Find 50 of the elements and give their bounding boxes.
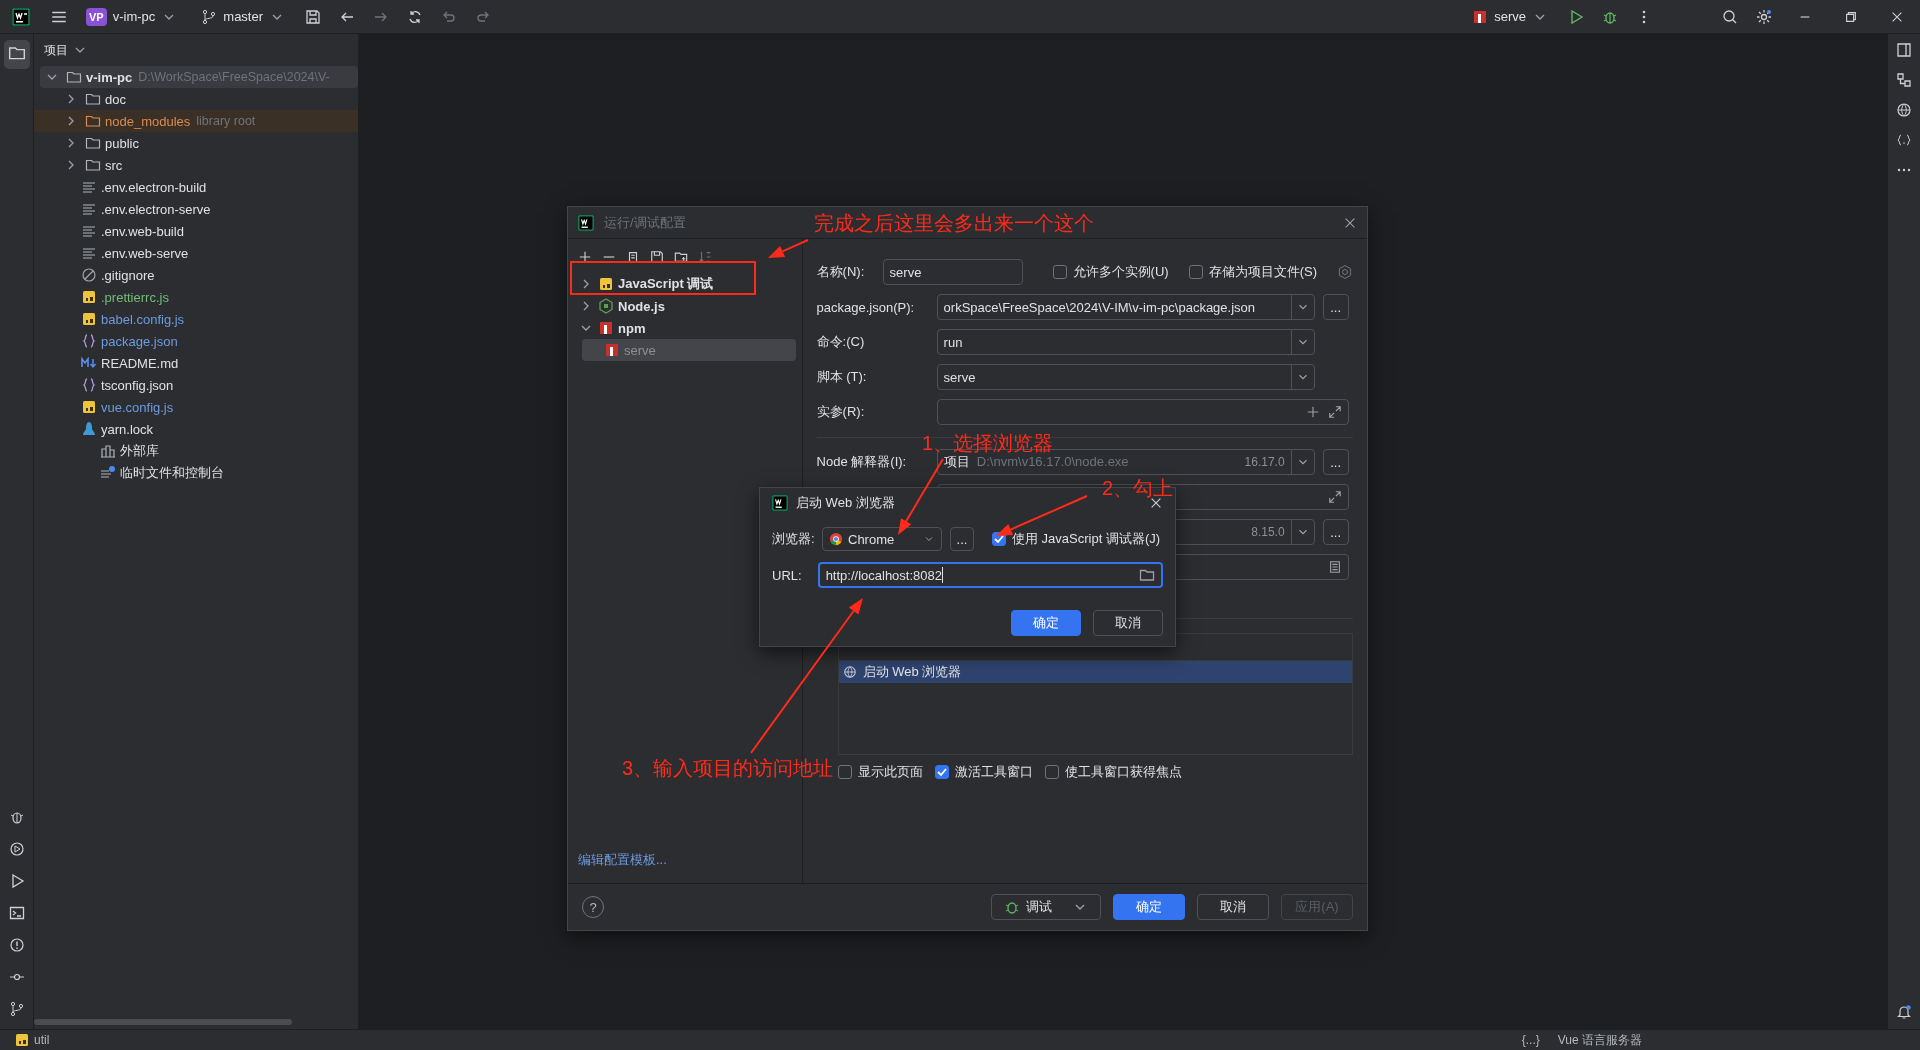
config-name: npm (618, 320, 646, 336)
annotation-text: 3、输入项目的访问地址 (622, 756, 834, 780)
file-name: babel.config.js (101, 311, 185, 327)
file-name: .gitignore (101, 267, 155, 283)
checkbox-label: 允许多个实例(U) (1072, 263, 1169, 281)
field-label: 命令:(C) (816, 333, 866, 351)
file-name: public (105, 135, 139, 151)
file-name: .env.web-serve (101, 245, 189, 261)
config-name: JavaScript 调试 (618, 275, 714, 293)
version-label: 16.17.0 (1244, 455, 1285, 469)
config-name: serve (624, 342, 656, 358)
file-name: .prettierrc.js (101, 289, 169, 305)
file-name: .env.electron-serve (101, 201, 211, 217)
file-name: tsconfig.json (101, 377, 174, 393)
field-label: 实参(R): (816, 403, 866, 421)
field-label: 名称(N): (816, 263, 866, 281)
field-label: 脚本 (T): (816, 368, 868, 386)
field-label: package.json(P): (816, 299, 916, 315)
checkbox-label: 激活工具窗口 (954, 763, 1033, 781)
checkbox-label: 使工具窗口获得焦点 (1064, 763, 1182, 781)
field-label: 浏览器: (772, 530, 816, 548)
dialog-title: 启动 Web 浏览器 (796, 494, 895, 512)
field-label: URL: (772, 567, 802, 583)
file-name: README.md (101, 355, 179, 371)
file-name: .env.electron-build (101, 179, 207, 195)
file-name: doc (105, 91, 126, 107)
checkbox-label: 显示此页面 (857, 763, 923, 781)
file-name: src (105, 157, 123, 173)
field-label: Node 解释器(I): (816, 453, 908, 471)
node-label: 临时文件和控制台 (120, 464, 224, 482)
list-item-label: 启动 Web 浏览器 (862, 663, 962, 681)
checkbox-label: 使用 JavaScript 调试器(J) (1012, 530, 1161, 548)
file-name: package.json (101, 333, 178, 349)
config-name: Node.js (618, 298, 665, 314)
interpreter-path: D:\nvm\v16.17.0\node.exe (976, 454, 1129, 469)
node-label: 外部库 (120, 442, 159, 460)
file-name: v-im-pc (86, 69, 133, 85)
annotation-text: 2、勾上 (1102, 476, 1174, 500)
project-badge: VP (86, 7, 107, 26)
checkbox-label: 存储为项目文件(S) (1208, 263, 1317, 281)
version-label: 8.15.0 (1251, 525, 1285, 539)
file-name: .env.web-build (101, 223, 184, 239)
annotation-text: 完成之后这里会多出来一个这个 (814, 211, 1094, 235)
dialog-title: 运行/调试配置 (604, 213, 686, 232)
file-name: yarn.lock (101, 421, 154, 437)
interpreter-scope: 项目 (943, 454, 970, 469)
file-name: node_modules (105, 113, 191, 129)
path-hint: library root (196, 114, 256, 128)
file-name: vue.config.js (101, 399, 174, 415)
path-hint: D:\WorkSpace\FreeSpace\2024\V- (138, 70, 330, 84)
